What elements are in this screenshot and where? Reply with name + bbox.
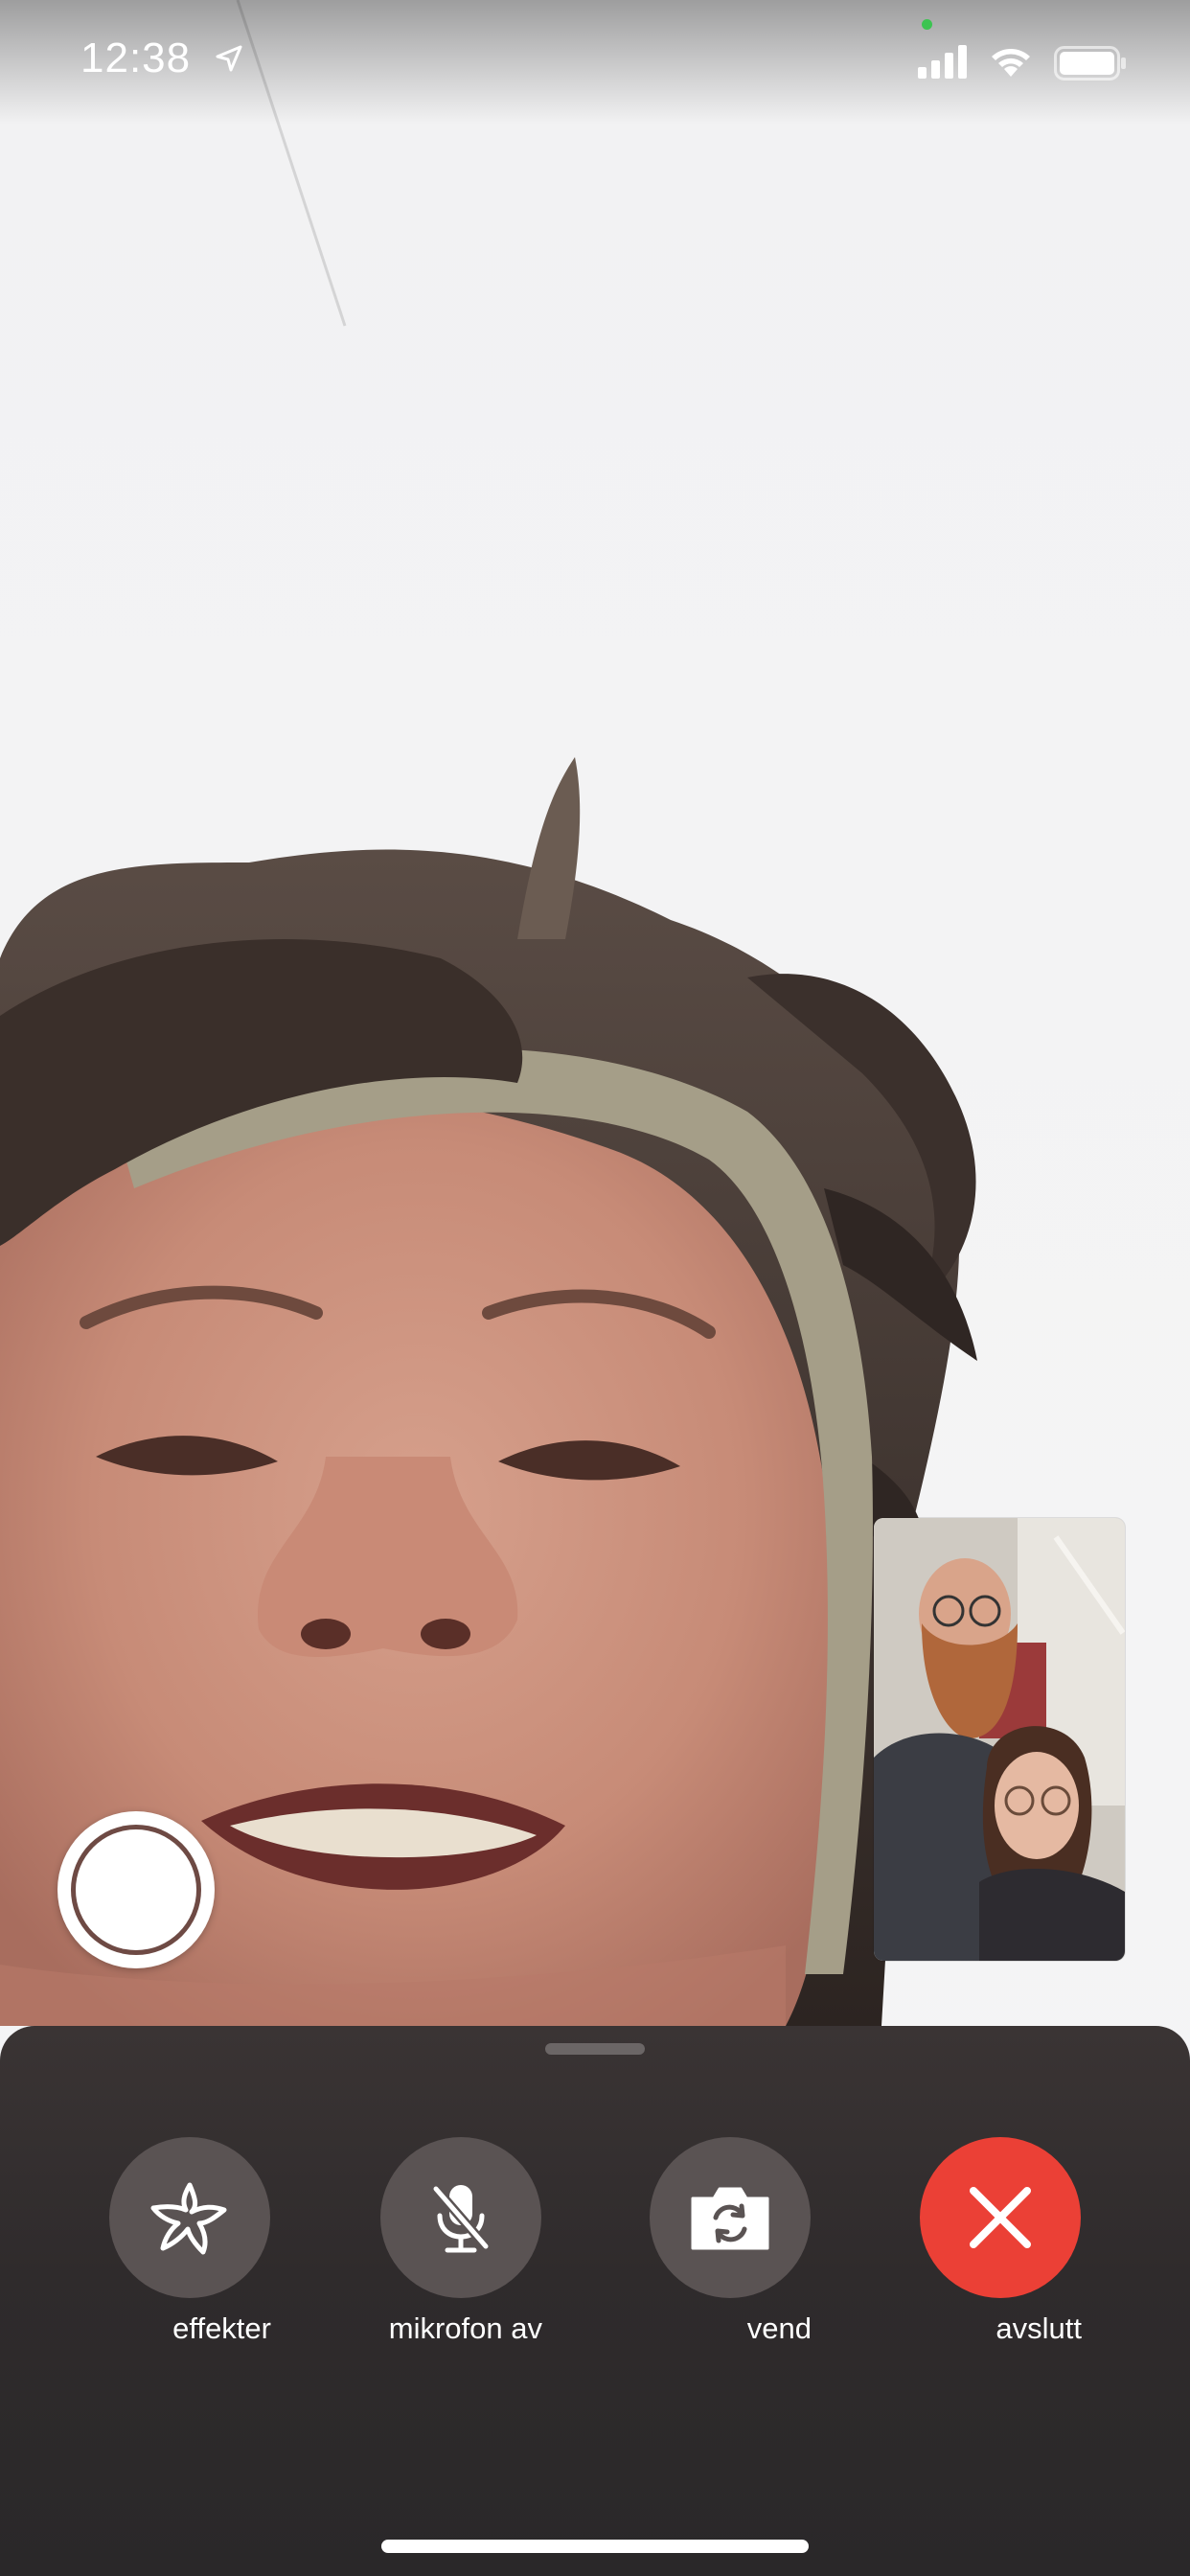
home-indicator[interactable] xyxy=(381,2540,809,2553)
status-bar: 12:38 xyxy=(0,0,1190,125)
self-view-image xyxy=(874,1518,1125,1961)
end-call-label: avslutt xyxy=(995,2312,1082,2345)
status-time: 12:38 xyxy=(80,34,192,81)
camera-in-use-indicator xyxy=(922,19,932,30)
flip-camera-label: vend xyxy=(746,2312,812,2345)
battery-icon xyxy=(1054,46,1126,80)
location-arrow-icon xyxy=(216,45,242,72)
close-x-icon xyxy=(970,2187,1031,2248)
wifi-icon xyxy=(992,49,1030,77)
flip-camera-control: vend xyxy=(649,2137,812,2346)
flip-camera-icon xyxy=(691,2187,769,2250)
microphone-off-icon xyxy=(432,2185,490,2253)
effects-control: effekter xyxy=(108,2137,271,2346)
shutter-ring xyxy=(71,1825,201,1955)
microphone-label: mikrofon av xyxy=(388,2312,542,2345)
effects-label: effekter xyxy=(172,2312,271,2345)
effects-button[interactable] xyxy=(109,2137,270,2298)
end-call-control: avslutt xyxy=(919,2137,1082,2346)
panel-grabber-handle[interactable] xyxy=(545,2043,645,2055)
self-view-pip[interactable] xyxy=(874,1518,1125,1961)
mute-microphone-button[interactable] xyxy=(380,2137,541,2298)
effects-star-icon xyxy=(150,2182,227,2255)
cellular-signal-icon xyxy=(918,45,967,79)
microphone-control: mikrofon av xyxy=(379,2137,542,2346)
live-photo-shutter-button[interactable] xyxy=(57,1811,215,1968)
end-call-button[interactable] xyxy=(920,2137,1081,2298)
flip-camera-button[interactable] xyxy=(650,2137,811,2298)
